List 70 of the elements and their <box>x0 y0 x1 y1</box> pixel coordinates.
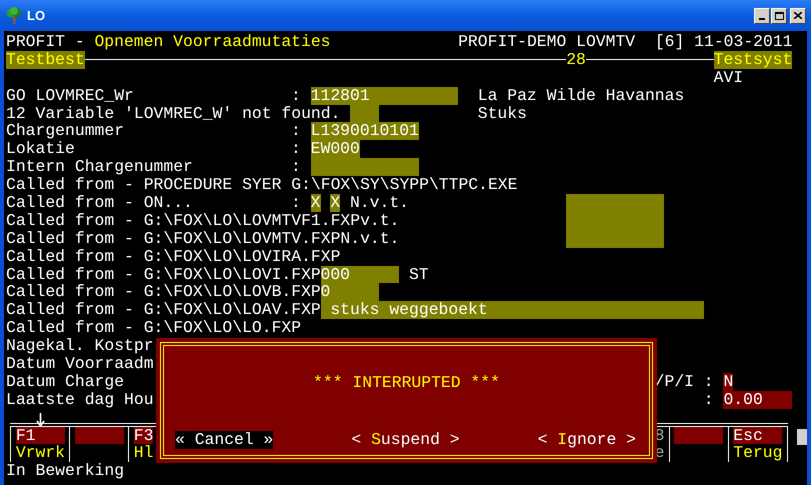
tree-icon <box>5 6 23 24</box>
screen-title: Opnemen Voorraadmutaties <box>94 33 330 51</box>
input-field[interactable]: X <box>330 194 340 212</box>
terminal-text: 12 Variable 'LOVMREC_W' not found. <box>6 104 340 122</box>
input-field[interactable]: stuks weggeboekt <box>320 301 704 320</box>
window-title: LO <box>27 6 46 25</box>
terminal-text: Called from - PROCEDURE SYER G:\FOX\SY\SYPP\TTPC.EXE <box>6 176 518 194</box>
function-key[interactable]: F3 <box>134 426 154 444</box>
input-field[interactable]: 000 <box>320 266 400 284</box>
terminal-text: Called from - G:\FOX\LO\LOVIRA.FXP <box>6 248 340 266</box>
terminal-text: : <box>291 194 301 212</box>
dialog-button[interactable]: « Cancel » <box>175 431 274 449</box>
terminal-text: Intern Chargenummer <box>6 158 193 176</box>
close-icon <box>794 12 802 19</box>
terminal-text: ST <box>408 266 429 284</box>
input-field[interactable]: 112801 <box>310 86 458 105</box>
terminal-text: Called from - G:\FOX\LO\LO.FXP <box>6 319 301 338</box>
function-key-label: Vrwrk <box>16 444 65 462</box>
input-field[interactable] <box>310 158 419 176</box>
scrollbar-thumb[interactable] <box>797 429 807 445</box>
dialog-message: *** INTERRUPTED *** <box>313 374 500 392</box>
function-key[interactable] <box>74 426 124 444</box>
terminal-text: PROFIT - <box>6 33 86 51</box>
dialog-button[interactable]: < Ignore > <box>538 431 636 449</box>
input-field[interactable] <box>566 194 664 248</box>
terminal-text: La Paz Wilde Havannas <box>478 86 684 105</box>
close-button[interactable] <box>790 8 806 24</box>
input-field[interactable]: 0.00 <box>723 390 792 409</box>
terminal-text: Called from - G:\FOX\LO\LOVMTV.FXPN.v.t. <box>6 230 400 248</box>
minimize-icon <box>759 18 765 20</box>
input-field[interactable]: X <box>310 194 320 212</box>
terminal-text: Called from - G:\FOX\LO\LOVMTVF1.FXPv.t. <box>6 212 400 230</box>
terminal-text: GO LOVMREC_Wr <box>6 86 134 105</box>
terminal-text: Stuks <box>478 104 527 122</box>
terminal-text: Called from - G:\FOX\LO\LOAV.FXP <box>6 301 320 320</box>
function-key[interactable] <box>674 426 724 444</box>
terminal-text: Nagekal. Kostpr <box>6 337 154 356</box>
input-field[interactable]: 0 <box>320 283 380 302</box>
terminal-text: Lokatie <box>6 140 75 158</box>
function-key-label: Terug <box>733 444 782 462</box>
header-tag: Testsyst <box>714 50 792 69</box>
input-field[interactable]: N <box>723 372 734 391</box>
header-tag: Testbest <box>6 50 85 69</box>
terminal-text: Datum Voorraadm <box>6 355 154 373</box>
terminal-text: : <box>291 158 301 176</box>
terminal-text: : <box>704 390 714 409</box>
dialog-button[interactable]: < Suspend > <box>351 431 460 449</box>
terminal-text: Datum Charge <box>6 372 124 391</box>
terminal-text: Chargenummer <box>6 122 124 140</box>
terminal-text: : <box>704 372 714 391</box>
terminal-text: N.v.t. <box>350 194 409 212</box>
function-key-label: Hl <box>134 444 154 462</box>
minimize-button[interactable] <box>754 8 770 24</box>
terminal-text: : <box>291 140 301 158</box>
maximize-icon <box>774 12 784 20</box>
function-key[interactable]: F1 <box>16 426 65 444</box>
terminal-text: Called from - G:\FOX\LO\LOVI.FXP <box>6 266 320 284</box>
terminal-text: Laatste dag Hou <box>6 390 154 409</box>
terminal-text: Called from - G:\FOX\LO\LOVB.FXP <box>6 283 320 302</box>
function-key[interactable]: Esc <box>733 426 782 444</box>
terminal-text: : <box>291 122 301 140</box>
terminal-text: PROFIT-DEMO LOVMTV [6] 11-03-2011 <box>458 33 792 51</box>
terminal-text: AVI <box>714 68 744 87</box>
terminal-text: Called from - ON... <box>6 194 193 212</box>
terminal-text: In Bewerking <box>6 462 124 480</box>
input-field[interactable]: EW000 <box>310 140 360 158</box>
input-field[interactable]: L1390010101 <box>310 122 419 140</box>
maximize-button[interactable] <box>771 8 787 24</box>
terminal-text: : <box>291 86 301 105</box>
terminal-text: /P/I <box>654 372 694 391</box>
